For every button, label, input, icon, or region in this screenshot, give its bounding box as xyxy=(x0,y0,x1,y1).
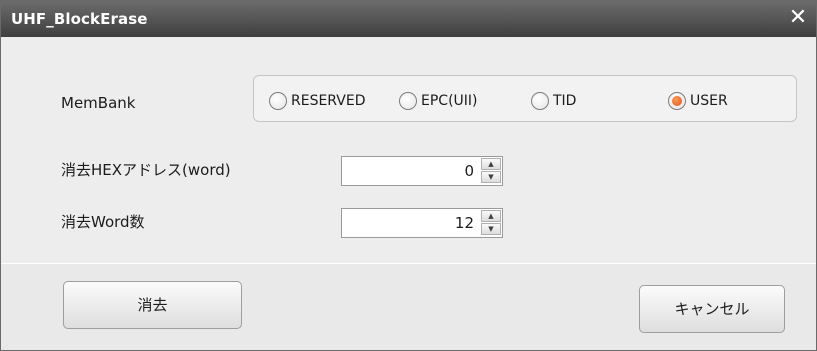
membank-radio-group: RESERVED EPC(UII) TID USER xyxy=(253,75,797,122)
radio-user[interactable]: USER xyxy=(668,90,728,112)
address-spinbox[interactable]: 0 ▲ ▼ xyxy=(341,156,503,186)
spin-down-icon[interactable]: ▼ xyxy=(481,223,501,235)
address-spin-buttons: ▲ ▼ xyxy=(481,158,501,184)
dialog-window: UHF_BlockErase ✕ MemBank RESERVED EPC(UI… xyxy=(0,0,817,351)
radio-user-label: USER xyxy=(690,93,728,109)
spin-up-icon[interactable]: ▲ xyxy=(481,210,501,222)
word-count-value: 12 xyxy=(454,214,474,232)
radio-circle-icon xyxy=(531,92,549,110)
spin-down-icon[interactable]: ▼ xyxy=(481,171,501,183)
cancel-button[interactable]: キャンセル xyxy=(639,285,785,333)
close-icon[interactable]: ✕ xyxy=(786,5,810,31)
radio-epc-label: EPC(UII) xyxy=(421,93,478,109)
word-count-spinbox[interactable]: 12 ▲ ▼ xyxy=(341,208,503,238)
window-title: UHF_BlockErase xyxy=(11,10,148,28)
radio-circle-icon xyxy=(269,92,287,110)
spin-up-icon[interactable]: ▲ xyxy=(481,158,501,170)
radio-circle-icon xyxy=(399,92,417,110)
word-count-label: 消去Word数 xyxy=(61,213,145,231)
word-count-spin-buttons: ▲ ▼ xyxy=(481,210,501,236)
address-value: 0 xyxy=(464,162,474,180)
button-footer: 消去 キャンセル xyxy=(1,264,816,350)
address-label: 消去HEXアドレス(word) xyxy=(61,161,231,179)
radio-reserved-label: RESERVED xyxy=(291,93,366,109)
radio-reserved[interactable]: RESERVED xyxy=(269,90,365,112)
radio-epc[interactable]: EPC(UII) xyxy=(399,90,478,112)
membank-label: MemBank xyxy=(61,94,136,112)
erase-button[interactable]: 消去 xyxy=(63,281,242,329)
radio-tid-label: TID xyxy=(553,93,577,109)
title-bar[interactable]: UHF_BlockErase ✕ xyxy=(1,1,816,37)
radio-tid[interactable]: TID xyxy=(531,90,576,112)
radio-selected-icon xyxy=(668,92,686,110)
